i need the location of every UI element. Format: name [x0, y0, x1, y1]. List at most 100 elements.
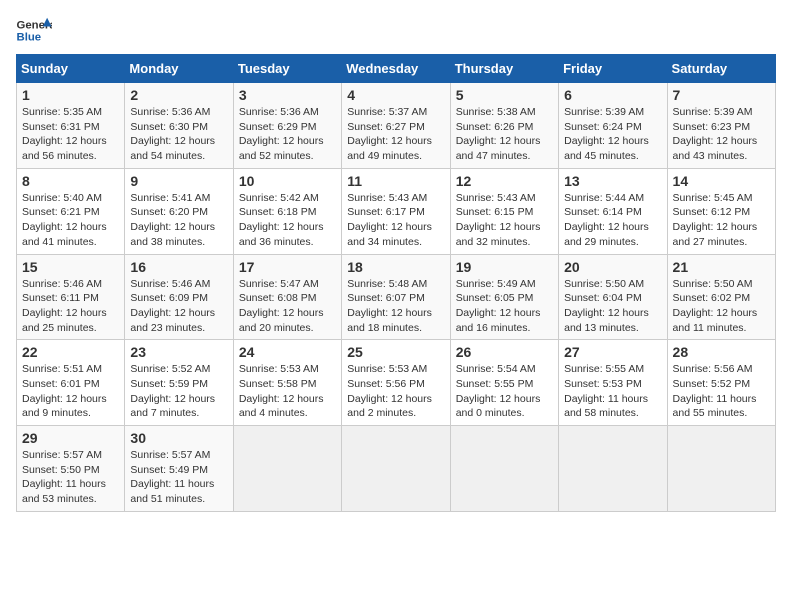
day-number: 15	[22, 259, 119, 275]
calendar-table: SundayMondayTuesdayWednesdayThursdayFrid…	[16, 54, 776, 512]
calendar-cell: 4 Sunrise: 5:37 AMSunset: 6:27 PMDaylight…	[342, 83, 450, 169]
day-info: Sunrise: 5:43 AMSunset: 6:17 PMDaylight:…	[347, 191, 444, 250]
calendar-cell: 14Sunrise: 5:45 AMSunset: 6:12 PMDayligh…	[667, 168, 775, 254]
day-info: Sunrise: 5:48 AMSunset: 6:07 PMDaylight:…	[347, 277, 444, 336]
calendar-week-row: 22Sunrise: 5:51 AMSunset: 6:01 PMDayligh…	[17, 340, 776, 426]
day-number: 23	[130, 344, 227, 360]
day-number: 25	[347, 344, 444, 360]
calendar-cell: 12 Sunrise: 5:43 AMSunset: 6:15 PMDayligh…	[450, 168, 558, 254]
day-info: Sunrise: 5:46 AMSunset: 6:11 PMDaylight:…	[22, 277, 119, 336]
day-number: 4	[347, 87, 444, 103]
day-number: 7	[673, 87, 770, 103]
day-number: 30	[130, 430, 227, 446]
calendar-header: SundayMondayTuesdayWednesdayThursdayFrid…	[17, 55, 776, 83]
calendar-week-row: 29 Sunrise: 5:57 AMSunset: 5:50 PMDayligh…	[17, 426, 776, 512]
weekday-header: Saturday	[667, 55, 775, 83]
day-number: 21	[673, 259, 770, 275]
calendar-cell: 17 Sunrise: 5:47 AMSunset: 6:08 PMDayligh…	[233, 254, 341, 340]
calendar-week-row: 15 Sunrise: 5:46 AMSunset: 6:11 PMDayligh…	[17, 254, 776, 340]
day-number: 29	[22, 430, 119, 446]
day-info: Sunrise: 5:51 AMSunset: 6:01 PMDaylight:…	[22, 362, 119, 421]
calendar-cell: 24 Sunrise: 5:53 AMSunset: 5:58 PMDayligh…	[233, 340, 341, 426]
calendar-cell	[450, 426, 558, 512]
weekday-header: Wednesday	[342, 55, 450, 83]
day-number: 27	[564, 344, 661, 360]
day-number: 1	[22, 87, 119, 103]
day-number: 2	[130, 87, 227, 103]
calendar-cell: 5 Sunrise: 5:38 AMSunset: 6:26 PMDaylight…	[450, 83, 558, 169]
calendar-cell	[559, 426, 667, 512]
day-number: 5	[456, 87, 553, 103]
calendar-cell: 9 Sunrise: 5:41 AMSunset: 6:20 PMDaylight…	[125, 168, 233, 254]
day-number: 16	[130, 259, 227, 275]
calendar-cell	[342, 426, 450, 512]
calendar-cell: 29 Sunrise: 5:57 AMSunset: 5:50 PMDayligh…	[17, 426, 125, 512]
day-number: 6	[564, 87, 661, 103]
calendar-cell: 19 Sunrise: 5:49 AMSunset: 6:05 PMDayligh…	[450, 254, 558, 340]
calendar-cell: 16 Sunrise: 5:46 AMSunset: 6:09 PMDayligh…	[125, 254, 233, 340]
day-info: Sunrise: 5:54 AMSunset: 5:55 PMDaylight:…	[456, 362, 553, 421]
calendar-cell: 22Sunrise: 5:51 AMSunset: 6:01 PMDayligh…	[17, 340, 125, 426]
day-number: 17	[239, 259, 336, 275]
day-number: 26	[456, 344, 553, 360]
day-info: Sunrise: 5:38 AMSunset: 6:26 PMDaylight:…	[456, 105, 553, 164]
day-info: Sunrise: 5:52 AMSunset: 5:59 PMDaylight:…	[130, 362, 227, 421]
day-info: Sunrise: 5:46 AMSunset: 6:09 PMDaylight:…	[130, 277, 227, 336]
day-info: Sunrise: 5:53 AMSunset: 5:58 PMDaylight:…	[239, 362, 336, 421]
day-info: Sunrise: 5:56 AMSunset: 5:52 PMDaylight:…	[673, 362, 770, 421]
weekday-header: Monday	[125, 55, 233, 83]
logo: General Blue	[16, 16, 56, 44]
calendar-cell: 11 Sunrise: 5:43 AMSunset: 6:17 PMDayligh…	[342, 168, 450, 254]
page-header: General Blue	[16, 16, 776, 44]
day-info: Sunrise: 5:53 AMSunset: 5:56 PMDaylight:…	[347, 362, 444, 421]
calendar-cell: 6Sunrise: 5:39 AMSunset: 6:24 PMDaylight…	[559, 83, 667, 169]
day-number: 18	[347, 259, 444, 275]
day-info: Sunrise: 5:40 AMSunset: 6:21 PMDaylight:…	[22, 191, 119, 250]
day-number: 28	[673, 344, 770, 360]
calendar-cell: 2 Sunrise: 5:36 AMSunset: 6:30 PMDaylight…	[125, 83, 233, 169]
calendar-cell	[667, 426, 775, 512]
day-info: Sunrise: 5:55 AMSunset: 5:53 PMDaylight:…	[564, 362, 661, 421]
calendar-cell: 1 Sunrise: 5:35 AMSunset: 6:31 PMDaylight…	[17, 83, 125, 169]
day-info: Sunrise: 5:37 AMSunset: 6:27 PMDaylight:…	[347, 105, 444, 164]
day-number: 24	[239, 344, 336, 360]
day-info: Sunrise: 5:36 AMSunset: 6:29 PMDaylight:…	[239, 105, 336, 164]
day-number: 10	[239, 173, 336, 189]
calendar-cell: 18 Sunrise: 5:48 AMSunset: 6:07 PMDayligh…	[342, 254, 450, 340]
weekday-header: Friday	[559, 55, 667, 83]
calendar-cell: 28 Sunrise: 5:56 AMSunset: 5:52 PMDayligh…	[667, 340, 775, 426]
calendar-cell: 3 Sunrise: 5:36 AMSunset: 6:29 PMDaylight…	[233, 83, 341, 169]
calendar-cell: 10Sunrise: 5:42 AMSunset: 6:18 PMDayligh…	[233, 168, 341, 254]
day-info: Sunrise: 5:44 AMSunset: 6:14 PMDaylight:…	[564, 191, 661, 250]
day-info: Sunrise: 5:35 AMSunset: 6:31 PMDaylight:…	[22, 105, 119, 164]
day-number: 9	[130, 173, 227, 189]
calendar-cell: 8Sunrise: 5:40 AMSunset: 6:21 PMDaylight…	[17, 168, 125, 254]
calendar-cell: 26 Sunrise: 5:54 AMSunset: 5:55 PMDayligh…	[450, 340, 558, 426]
day-info: Sunrise: 5:57 AMSunset: 5:50 PMDaylight:…	[22, 448, 119, 507]
day-info: Sunrise: 5:50 AMSunset: 6:02 PMDaylight:…	[673, 277, 770, 336]
weekday-header: Sunday	[17, 55, 125, 83]
calendar-body: 1 Sunrise: 5:35 AMSunset: 6:31 PMDaylight…	[17, 83, 776, 512]
day-info: Sunrise: 5:50 AMSunset: 6:04 PMDaylight:…	[564, 277, 661, 336]
calendar-cell: 13Sunrise: 5:44 AMSunset: 6:14 PMDayligh…	[559, 168, 667, 254]
logo-icon: General Blue	[16, 16, 52, 44]
calendar-cell: 27 Sunrise: 5:55 AMSunset: 5:53 PMDayligh…	[559, 340, 667, 426]
day-number: 3	[239, 87, 336, 103]
day-info: Sunrise: 5:41 AMSunset: 6:20 PMDaylight:…	[130, 191, 227, 250]
day-info: Sunrise: 5:57 AMSunset: 5:49 PMDaylight:…	[130, 448, 227, 507]
day-info: Sunrise: 5:43 AMSunset: 6:15 PMDaylight:…	[456, 191, 553, 250]
day-number: 11	[347, 173, 444, 189]
calendar-cell: 23 Sunrise: 5:52 AMSunset: 5:59 PMDayligh…	[125, 340, 233, 426]
calendar-cell: 21 Sunrise: 5:50 AMSunset: 6:02 PMDayligh…	[667, 254, 775, 340]
day-info: Sunrise: 5:39 AMSunset: 6:23 PMDaylight:…	[673, 105, 770, 164]
svg-text:Blue: Blue	[17, 32, 42, 44]
day-info: Sunrise: 5:36 AMSunset: 6:30 PMDaylight:…	[130, 105, 227, 164]
calendar-cell: 25 Sunrise: 5:53 AMSunset: 5:56 PMDayligh…	[342, 340, 450, 426]
calendar-cell: 15 Sunrise: 5:46 AMSunset: 6:11 PMDayligh…	[17, 254, 125, 340]
day-number: 19	[456, 259, 553, 275]
day-number: 14	[673, 173, 770, 189]
day-number: 12	[456, 173, 553, 189]
day-info: Sunrise: 5:47 AMSunset: 6:08 PMDaylight:…	[239, 277, 336, 336]
day-number: 20	[564, 259, 661, 275]
day-info: Sunrise: 5:49 AMSunset: 6:05 PMDaylight:…	[456, 277, 553, 336]
